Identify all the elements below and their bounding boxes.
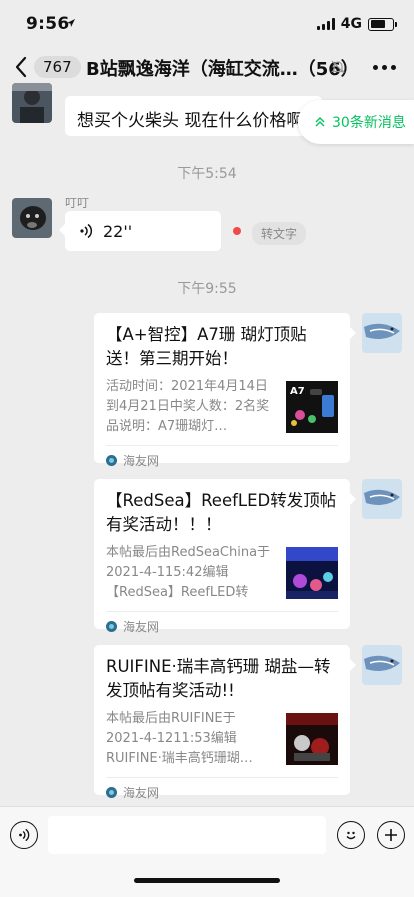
card-title: 【RedSea】ReefLED转发顶帖有奖活动！！！ [106,491,337,534]
cell-signal-icon [316,18,335,30]
card-title: RUIFINE·瑞丰高钙珊 瑚盐—转发顶帖有奖活动!! [106,657,331,700]
location-arrow-icon [67,19,75,27]
back-arrow-icon[interactable] [10,54,34,80]
card-thumbnail [286,547,338,599]
sender-name: 叮叮 [65,196,90,210]
avatar[interactable] [12,198,52,238]
message-text: 想买个火柴头 现在什么价格啊 [77,111,304,131]
plus-icon [385,829,397,841]
source-logo-icon [106,454,117,466]
home-indicator [134,878,280,883]
source-logo-icon [106,786,117,798]
network-type: 4G [340,16,362,32]
more-functions-button[interactable] [377,821,405,849]
status-time: 9:56 [26,14,70,34]
chat-header: 767 B站飘逸海洋（海缸交流…（56） [0,48,414,88]
card-title: 【A+智控】A7珊 瑚灯顶贴送！第三期开始！ [106,325,307,368]
card-thumbnail [286,713,338,765]
card-source: 海友网 [123,785,160,800]
more-options-button[interactable] [369,57,400,78]
battery-icon [368,17,397,31]
message-bubble[interactable]: 想买个火柴头 现在什么价格啊 [65,96,322,136]
card-footer: 海友网 [106,611,338,640]
message-input-bar [0,806,414,897]
card-description: 活动时间：2021年4月14日到4月21日中奖人数：2名奖品说明：A7珊瑚灯… [106,379,270,434]
double-chevron-up-icon [315,117,325,127]
unread-count-badge[interactable]: 767 [34,56,81,78]
card-footer: 海友网 [106,777,338,806]
unread-voice-dot [233,227,241,235]
card-source: 海友网 [123,453,160,468]
svg-text:A7: A7 [290,386,305,397]
emoji-button[interactable] [337,821,365,849]
voice-message-bubble[interactable]: 22'' [59,211,221,251]
new-messages-label: 30条新消息 [332,115,406,131]
status-bar: 9:56 4G [0,0,414,48]
voice-wave-icon [80,223,93,239]
message-input[interactable] [48,816,326,854]
avatar[interactable] [362,645,402,685]
chat-title: B站飘逸海洋（海缸交流…（56） [86,59,359,80]
new-messages-button[interactable]: 30条新消息 [298,100,414,144]
link-card[interactable]: RUIFINE·瑞丰高钙珊 瑚盐—转发顶帖有奖活动!! 本帖最后由RUIFINE… [94,645,356,800]
card-description: 本帖最后由RedSeaChina于2021-4-115:42编辑【RedSea】… [106,545,271,600]
voice-duration: 22'' [103,221,133,241]
source-logo-icon [106,620,117,632]
card-thumbnail: A7 [286,381,338,433]
avatar[interactable] [12,83,52,123]
card-description: 本帖最后由RUIFINE于2021-4-1211:53编辑RUIFINE·瑞丰高… [106,711,253,766]
mute-bell-icon [331,60,345,74]
status-indicators: 4G [316,16,397,32]
link-card[interactable]: 【A+智控】A7珊 瑚灯顶贴送！第三期开始！ 活动时间：2021年4月14日到4… [94,313,356,468]
voice-wave-icon [19,828,30,842]
avatar[interactable] [362,313,402,353]
smiley-icon [346,831,356,840]
card-footer: 海友网 [106,445,338,474]
avatar[interactable] [362,479,402,519]
link-card[interactable]: 【RedSea】ReefLED转发顶帖有奖活动！！！ 本帖最后由RedSeaCh… [94,479,356,634]
voice-input-button[interactable] [10,821,38,849]
convert-to-text-button[interactable]: 转文字 [252,222,307,245]
timestamp: 下午5:54 [177,166,237,182]
timestamp: 下午9:55 [177,281,237,297]
card-source: 海友网 [123,619,160,634]
